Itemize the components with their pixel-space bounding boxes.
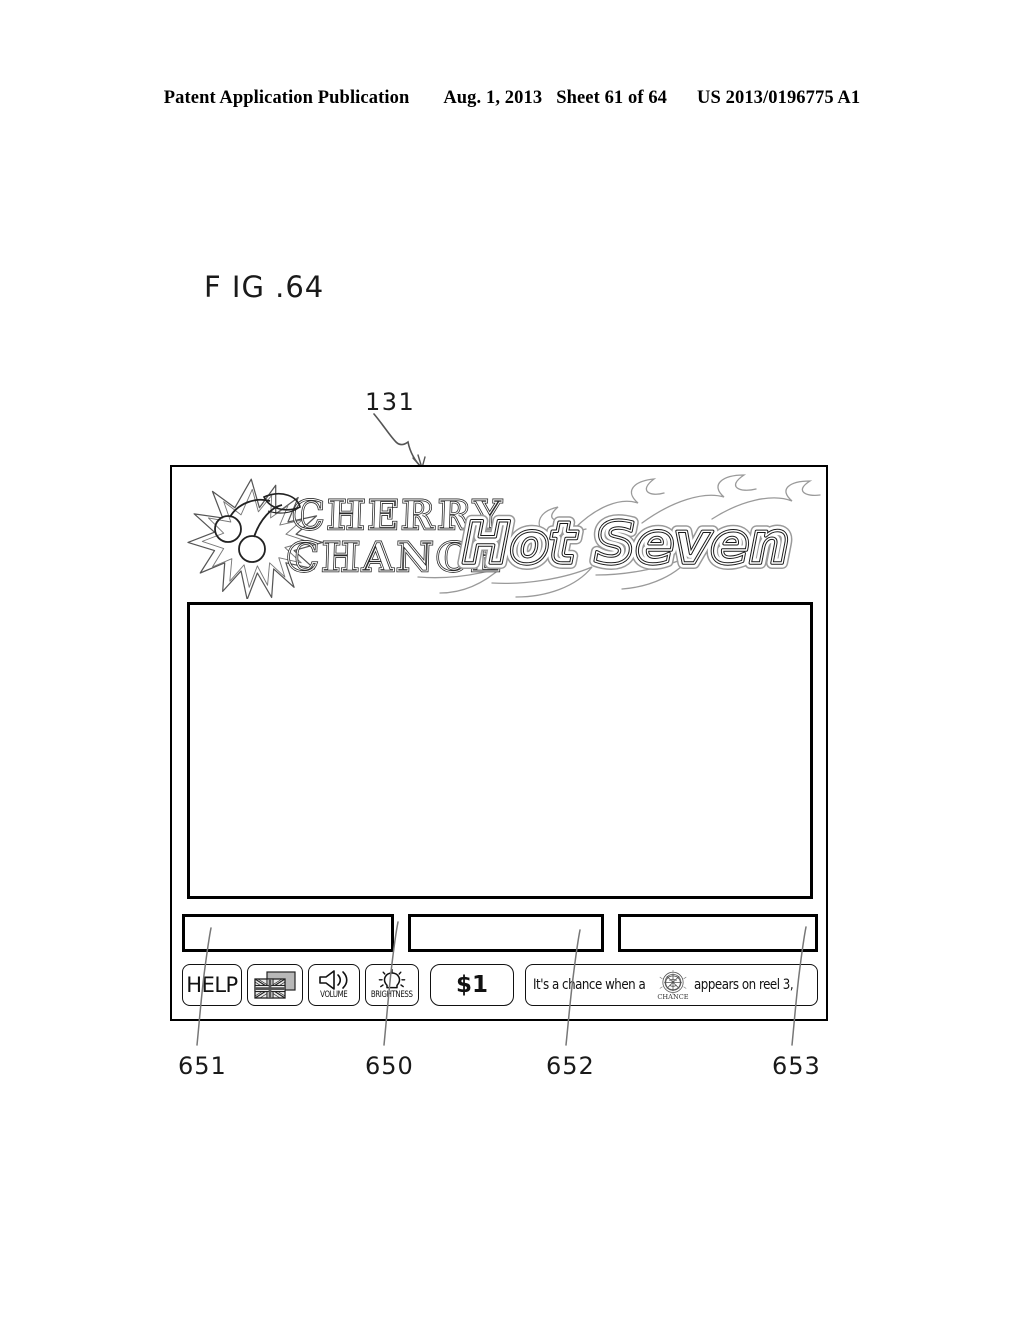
flag-icon bbox=[254, 970, 296, 999]
gaming-machine-screen: CHERRY CHERRY CHANCE CHANCE Hot Seven Ho… bbox=[170, 465, 828, 1021]
brightness-button[interactable]: BRIGHTNESS bbox=[365, 963, 419, 1006]
volume-button-label: VOLUME bbox=[320, 990, 348, 1000]
message-text-before: It's a chance when a bbox=[533, 976, 646, 993]
help-button-label: HELP bbox=[186, 972, 238, 997]
callout-131-label: 131 bbox=[365, 388, 416, 416]
sun-icon bbox=[378, 969, 406, 989]
svg-text:Hot Seven: Hot Seven bbox=[462, 509, 789, 577]
bet-button-label: $1 bbox=[455, 971, 488, 998]
reference-number-651: 651 bbox=[178, 1052, 227, 1080]
figure-label: F IG .64 bbox=[204, 270, 325, 304]
reference-number-653: 653 bbox=[772, 1052, 821, 1080]
volume-button[interactable]: VOLUME bbox=[308, 963, 360, 1006]
hot-seven-logo: Hot Seven Hot Seven Hot Seven Hot Seven bbox=[456, 503, 796, 583]
reference-number-652: 652 bbox=[546, 1052, 595, 1080]
control-button-bar: HELP VOLUME BRIGHTNESS $1 It's a chance … bbox=[182, 962, 818, 1007]
header-sheet: Sheet 61 of 64 bbox=[556, 88, 668, 108]
header-date: Aug. 1, 2013 bbox=[443, 88, 543, 108]
chance-emblem-icon: CHANCE bbox=[658, 969, 689, 1000]
header-patent-number: US 2013/0196775 A1 bbox=[697, 88, 861, 108]
info-panel-row bbox=[182, 914, 818, 952]
win-panel bbox=[618, 914, 818, 952]
bet-panel bbox=[408, 914, 604, 952]
speaker-icon bbox=[319, 970, 348, 990]
chance-emblem-label: CHANCE bbox=[658, 993, 689, 1000]
brightness-button-label: BRIGHTNESS bbox=[371, 990, 413, 1000]
page-header: Patent Application Publication Aug. 1, 2… bbox=[0, 88, 1024, 109]
game-display-area[interactable] bbox=[187, 602, 813, 899]
reference-number-650: 650 bbox=[365, 1052, 414, 1080]
credit-panel bbox=[182, 914, 394, 952]
game-logo-band: CHERRY CHERRY CHANCE CHANCE Hot Seven Ho… bbox=[172, 467, 826, 599]
language-button[interactable] bbox=[247, 963, 303, 1006]
help-button[interactable]: HELP bbox=[182, 963, 242, 1006]
bet-denomination-button[interactable]: $1 bbox=[430, 963, 514, 1006]
message-text-after: appears on reel 3, bbox=[694, 976, 794, 993]
message-bar: It's a chance when a CHANCE appears on r… bbox=[525, 963, 818, 1006]
header-publication: Patent Application Publication bbox=[163, 88, 410, 108]
